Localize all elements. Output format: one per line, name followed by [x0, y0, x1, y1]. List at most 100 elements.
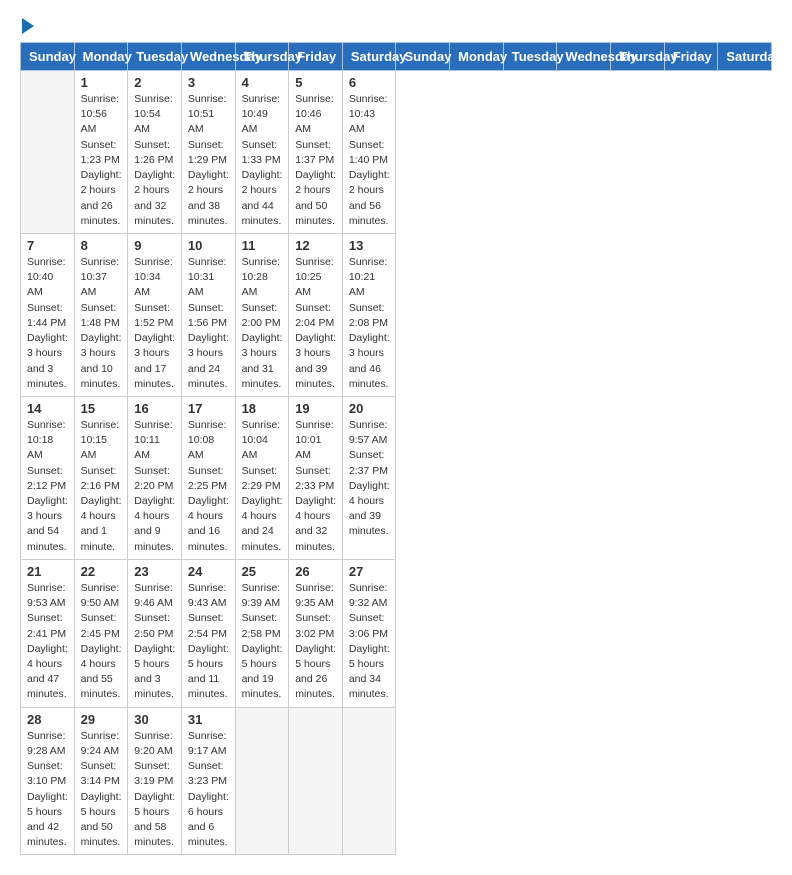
day-number: 8	[81, 238, 122, 253]
calendar-cell: 5 Sunrise: 10:46 AMSunset: 1:37 PMDayligh…	[289, 71, 343, 234]
day-info: Sunrise: 10:54 AMSunset: 1:26 PMDaylight…	[134, 92, 175, 229]
col-header-saturday: Saturday	[342, 43, 396, 71]
day-info: Sunrise: 10:04 AMSunset: 2:29 PMDaylight…	[242, 418, 283, 555]
calendar-cell: 29Sunrise: 9:24 AMSunset: 3:14 PMDayligh…	[74, 707, 128, 855]
calendar-header-row: SundayMondayTuesdayWednesdayThursdayFrid…	[21, 43, 772, 71]
calendar-week-2: 7 Sunrise: 10:40 AMSunset: 1:44 PMDayligh…	[21, 233, 772, 396]
day-info: Sunrise: 9:28 AMSunset: 3:10 PMDaylight:…	[27, 729, 68, 851]
day-info: Sunrise: 10:56 AMSunset: 1:23 PMDaylight…	[81, 92, 122, 229]
logo	[20, 18, 34, 34]
day-number: 13	[349, 238, 390, 253]
day-number: 19	[295, 401, 336, 416]
day-info: Sunrise: 10:37 AMSunset: 1:48 PMDaylight…	[81, 255, 122, 392]
day-info: Sunrise: 10:34 AMSunset: 1:52 PMDaylight…	[134, 255, 175, 392]
day-info: Sunrise: 9:17 AMSunset: 3:23 PMDaylight:…	[188, 729, 229, 851]
day-number: 17	[188, 401, 229, 416]
day-number: 9	[134, 238, 175, 253]
col-header-saturday: Saturday	[718, 43, 772, 71]
day-number: 20	[349, 401, 390, 416]
calendar-cell: 21 Sunrise: 9:53 AMSunset: 2:41 PMDayligh…	[21, 559, 75, 707]
calendar-cell: 30 Sunrise: 9:20 AMSunset: 3:19 PMDayligh…	[128, 707, 182, 855]
day-info: Sunrise: 9:57 AMSunset: 2:37 PMDaylight:…	[349, 418, 390, 540]
col-header-friday: Friday	[664, 43, 718, 71]
calendar-cell: 9 Sunrise: 10:34 AMSunset: 1:52 PMDayligh…	[128, 233, 182, 396]
day-number: 11	[242, 238, 283, 253]
calendar-cell: 4 Sunrise: 10:49 AMSunset: 1:33 PMDayligh…	[235, 71, 289, 234]
day-info: Sunrise: 9:39 AMSunset: 2:58 PMDaylight:…	[242, 581, 283, 703]
day-info: Sunrise: 9:32 AMSunset: 3:06 PMDaylight:…	[349, 581, 390, 703]
col-header-tuesday: Tuesday	[128, 43, 182, 71]
day-number: 24	[188, 564, 229, 579]
calendar-cell: 16Sunrise: 10:11 AMSunset: 2:20 PMDaylig…	[128, 396, 182, 559]
day-info: Sunrise: 10:11 AMSunset: 2:20 PMDaylight…	[134, 418, 175, 555]
day-info: Sunrise: 10:43 AMSunset: 1:40 PMDaylight…	[349, 92, 390, 229]
day-info: Sunrise: 9:24 AMSunset: 3:14 PMDaylight:…	[81, 729, 122, 851]
day-number: 5	[295, 75, 336, 90]
day-number: 28	[27, 712, 68, 727]
day-info: Sunrise: 10:46 AMSunset: 1:37 PMDaylight…	[295, 92, 336, 229]
day-number: 10	[188, 238, 229, 253]
calendar-cell: 1 Sunrise: 10:56 AMSunset: 1:23 PMDayligh…	[74, 71, 128, 234]
day-info: Sunrise: 10:49 AMSunset: 1:33 PMDaylight…	[242, 92, 283, 229]
calendar-cell: 6 Sunrise: 10:43 AMSunset: 1:40 PMDayligh…	[342, 71, 396, 234]
calendar-week-1: 1 Sunrise: 10:56 AMSunset: 1:23 PMDayligh…	[21, 71, 772, 234]
col-header-monday: Monday	[74, 43, 128, 71]
day-info: Sunrise: 10:01 AMSunset: 2:33 PMDaylight…	[295, 418, 336, 555]
day-number: 30	[134, 712, 175, 727]
calendar-cell: 3 Sunrise: 10:51 AMSunset: 1:29 PMDayligh…	[181, 71, 235, 234]
day-number: 1	[81, 75, 122, 90]
calendar-cell: 12Sunrise: 10:25 AMSunset: 2:04 PMDaylig…	[289, 233, 343, 396]
day-info: Sunrise: 10:18 AMSunset: 2:12 PMDaylight…	[27, 418, 68, 555]
calendar-cell: 11Sunrise: 10:28 AMSunset: 2:00 PMDaylig…	[235, 233, 289, 396]
col-header-wednesday: Wednesday	[181, 43, 235, 71]
day-number: 15	[81, 401, 122, 416]
calendar-cell: 13Sunrise: 10:21 AMSunset: 2:08 PMDaylig…	[342, 233, 396, 396]
day-info: Sunrise: 10:15 AMSunset: 2:16 PMDaylight…	[81, 418, 122, 555]
day-info: Sunrise: 10:25 AMSunset: 2:04 PMDaylight…	[295, 255, 336, 392]
day-number: 7	[27, 238, 68, 253]
day-number: 23	[134, 564, 175, 579]
calendar-cell	[235, 707, 289, 855]
calendar-cell: 31 Sunrise: 9:17 AMSunset: 3:23 PMDayligh…	[181, 707, 235, 855]
col-header-thursday: Thursday	[235, 43, 289, 71]
calendar-cell: 26 Sunrise: 9:35 AMSunset: 3:02 PMDayligh…	[289, 559, 343, 707]
col-header-tuesday: Tuesday	[503, 43, 557, 71]
calendar-cell: 14 Sunrise: 10:18 AMSunset: 2:12 PMDaylig…	[21, 396, 75, 559]
calendar-cell: 20 Sunrise: 9:57 AMSunset: 2:37 PMDayligh…	[342, 396, 396, 559]
day-number: 2	[134, 75, 175, 90]
day-number: 3	[188, 75, 229, 90]
calendar-cell: 18Sunrise: 10:04 AMSunset: 2:29 PMDaylig…	[235, 396, 289, 559]
day-number: 21	[27, 564, 68, 579]
day-info: Sunrise: 10:31 AMSunset: 1:56 PMDaylight…	[188, 255, 229, 392]
day-info: Sunrise: 9:43 AMSunset: 2:54 PMDaylight:…	[188, 581, 229, 703]
day-number: 26	[295, 564, 336, 579]
col-header-thursday: Thursday	[611, 43, 665, 71]
day-number: 27	[349, 564, 390, 579]
day-number: 14	[27, 401, 68, 416]
calendar-cell: 28 Sunrise: 9:28 AMSunset: 3:10 PMDayligh…	[21, 707, 75, 855]
day-number: 22	[81, 564, 122, 579]
day-number: 4	[242, 75, 283, 90]
day-info: Sunrise: 10:51 AMSunset: 1:29 PMDaylight…	[188, 92, 229, 229]
col-header-friday: Friday	[289, 43, 343, 71]
calendar-cell: 27 Sunrise: 9:32 AMSunset: 3:06 PMDayligh…	[342, 559, 396, 707]
calendar-cell: 25 Sunrise: 9:39 AMSunset: 2:58 PMDayligh…	[235, 559, 289, 707]
calendar-cell: 8 Sunrise: 10:37 AMSunset: 1:48 PMDayligh…	[74, 233, 128, 396]
calendar-cell	[289, 707, 343, 855]
day-info: Sunrise: 9:53 AMSunset: 2:41 PMDaylight:…	[27, 581, 68, 703]
day-number: 6	[349, 75, 390, 90]
calendar-cell: 23Sunrise: 9:46 AMSunset: 2:50 PMDayligh…	[128, 559, 182, 707]
day-info: Sunrise: 10:40 AMSunset: 1:44 PMDaylight…	[27, 255, 68, 392]
day-info: Sunrise: 9:35 AMSunset: 3:02 PMDaylight:…	[295, 581, 336, 703]
day-info: Sunrise: 9:20 AMSunset: 3:19 PMDaylight:…	[134, 729, 175, 851]
day-info: Sunrise: 10:08 AMSunset: 2:25 PMDaylight…	[188, 418, 229, 555]
day-number: 25	[242, 564, 283, 579]
calendar-cell: 7 Sunrise: 10:40 AMSunset: 1:44 PMDayligh…	[21, 233, 75, 396]
calendar-cell: 19 Sunrise: 10:01 AMSunset: 2:33 PMDaylig…	[289, 396, 343, 559]
calendar-week-3: 14 Sunrise: 10:18 AMSunset: 2:12 PMDaylig…	[21, 396, 772, 559]
day-number: 31	[188, 712, 229, 727]
calendar-cell: 22Sunrise: 9:50 AMSunset: 2:45 PMDayligh…	[74, 559, 128, 707]
calendar-cell	[21, 71, 75, 234]
calendar-cell	[342, 707, 396, 855]
calendar-cell: 17 Sunrise: 10:08 AMSunset: 2:25 PMDaylig…	[181, 396, 235, 559]
